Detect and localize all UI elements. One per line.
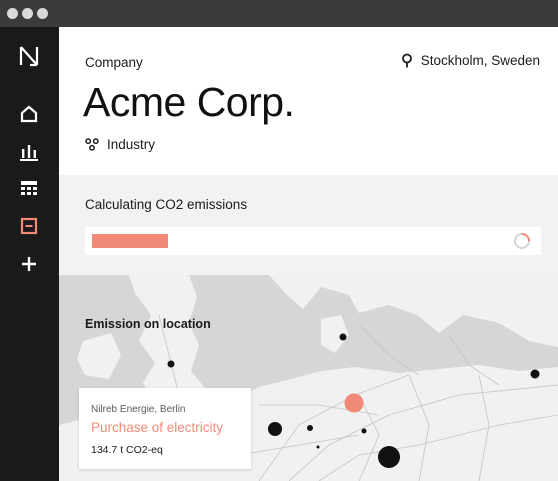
sidebar-item-analytics[interactable] — [14, 137, 44, 167]
industry-icon — [85, 138, 99, 151]
location-text: Stockholm, Sweden — [420, 53, 540, 68]
loading-spinner-icon — [514, 233, 530, 249]
location: Stockholm, Sweden — [401, 53, 540, 68]
emission-activity[interactable]: Purchase of electricity — [91, 420, 223, 435]
n-logo-icon — [19, 46, 39, 67]
sidebar-item-reports[interactable] — [14, 211, 44, 241]
map-marker — [167, 360, 175, 368]
main-content: Company Stockholm, Sweden Acme Corp. Ind… — [59, 27, 558, 481]
home-icon — [20, 105, 38, 123]
plus-icon — [22, 257, 36, 271]
sidebar-item-calculator[interactable] — [14, 174, 44, 204]
window-close-button[interactable] — [7, 8, 18, 19]
industry-text: Industry — [107, 137, 156, 152]
company-header: Company Stockholm, Sweden Acme Corp. Ind… — [59, 27, 558, 175]
location-pin-icon — [401, 53, 412, 68]
emission-source: Nilreb Energie, Berlin — [91, 404, 186, 415]
sidebar-item-home[interactable] — [14, 99, 44, 129]
map-marker — [316, 445, 320, 449]
logo[interactable] — [14, 41, 44, 71]
calculation-title: Calculating CO2 emissions — [85, 197, 248, 212]
company-label: Company — [85, 55, 143, 70]
map-marker — [378, 446, 400, 468]
progress-bar-fill — [92, 234, 168, 248]
progress-card — [85, 227, 541, 255]
document-icon — [20, 217, 38, 235]
sidebar-item-add[interactable] — [14, 249, 44, 279]
window-minimize-button[interactable] — [22, 8, 33, 19]
window-titlebar — [0, 0, 558, 27]
industry: Industry — [85, 137, 155, 152]
sidebar — [0, 27, 59, 481]
map-marker — [361, 428, 367, 434]
location-info-card[interactable]: Nilreb Energie, Berlin Purchase of elect… — [79, 388, 251, 469]
map-marker — [307, 425, 313, 431]
map-title: Emission on location — [85, 317, 211, 331]
map-marker — [339, 333, 347, 341]
company-name: Acme Corp. — [83, 79, 295, 125]
window-maximize-button[interactable] — [37, 8, 48, 19]
calculation-section: Calculating CO2 emissions — [59, 175, 558, 275]
progress-bar — [92, 234, 492, 248]
calculator-icon — [21, 181, 37, 195]
map-marker-selected — [344, 393, 364, 413]
map-marker — [268, 422, 282, 436]
emission-value: 134.7 t CO2-eq — [91, 444, 163, 456]
bar-chart-icon — [20, 145, 38, 161]
map-marker — [530, 369, 540, 379]
emission-map[interactable]: Emission on location Nilreb Energie, Ber… — [59, 275, 558, 481]
